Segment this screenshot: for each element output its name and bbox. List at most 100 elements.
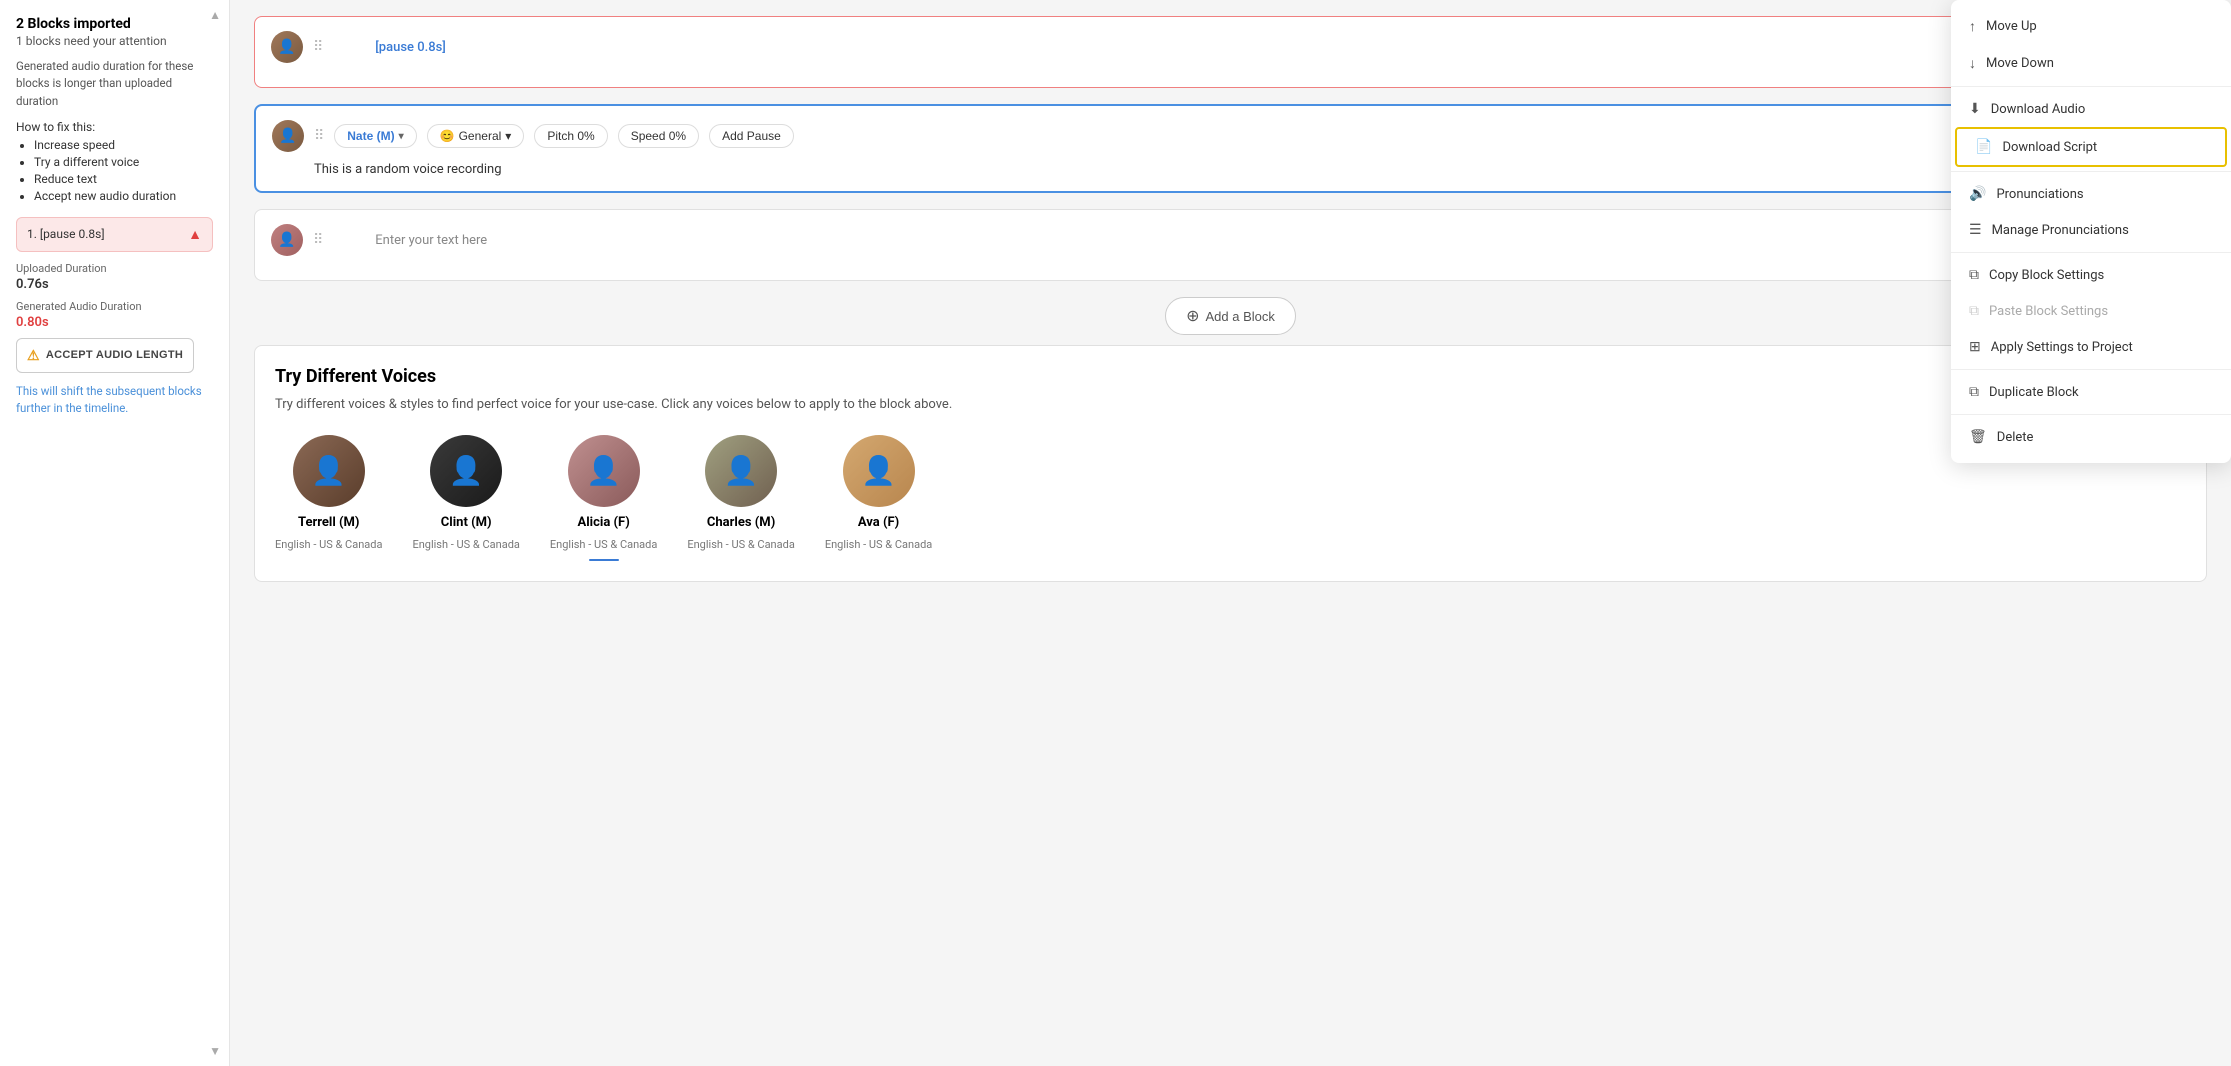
voice-name-terrell: Terrell (M) [298,515,360,530]
scroll-up-indicator: ▲ [209,8,221,22]
ctx-manage-pronunciations[interactable]: ☰ Manage Pronunciations [1951,212,2231,248]
ctx-duplicate-label: Duplicate Block [1989,385,2079,400]
uploaded-duration-value: 0.76s [16,277,213,292]
add-pause-button[interactable]: Add Pause [709,124,794,148]
voices-grid: 👤 Terrell (M) English - US & Canada 👤 Cl… [275,435,2186,561]
ctx-paste-settings-label: Paste Block Settings [1989,304,2108,319]
ctx-download-script[interactable]: 📄 Download Script [1955,127,2227,167]
ctx-move-up[interactable]: ↑ Move Up [1951,8,2231,45]
ctx-move-down[interactable]: ↓ Move Down [1951,45,2231,82]
add-block-button[interactable]: ⊕ Add a Block [1165,297,1296,335]
download-script-icon: 📄 [1975,139,1992,155]
ctx-paste-block-settings: ⧉ Paste Block Settings [1951,293,2231,329]
accept-btn-label: ACCEPT AUDIO LENGTH [46,349,183,361]
voice-avatar-clint: 👤 [430,435,502,507]
fix-item-3: Reduce text [34,172,213,186]
voice-block-text[interactable]: This is a random voice recording [272,162,2189,177]
pause-block-text: [pause 0.8s] [333,40,446,55]
voice-avatar-alicia: 👤 [568,435,640,507]
empty-block-placeholder[interactable]: Enter your text here [333,233,487,248]
pitch-control[interactable]: Pitch 0% [534,124,607,148]
ctx-download-audio[interactable]: ⬇ Download Audio [1951,91,2231,127]
voices-panel: ✕ Try Different Voices Try different voi… [254,345,2207,582]
fix-list: Increase speed Try a different voice Red… [16,138,213,203]
voice-lang-charles: English - US & Canada [687,538,794,551]
ctx-apply-settings-label: Apply Settings to Project [1991,340,2133,355]
block-row-empty: 👤 ⠿ Enter your text here [254,209,2207,281]
download-audio-icon: ⬇ [1969,101,1981,117]
pitch-label: Pitch [547,129,574,143]
style-selector[interactable]: 😊 General ▾ [427,124,525,148]
copy-settings-icon: ⧉ [1969,267,1979,283]
voices-panel-title: Try Different Voices [275,366,2186,387]
ctx-delete-label: Delete [1997,430,2034,445]
paste-settings-icon: ⧉ [1969,303,1979,319]
voice-name-alicia: Alicia (F) [578,515,630,530]
voice-name-ava: Ava (F) [858,515,899,530]
delete-icon: 🗑 [1969,429,1987,445]
voice-lang-ava: English - US & Canada [825,538,932,551]
ctx-divider-3 [1951,252,2231,253]
manage-pronunciations-icon: ☰ [1969,222,1982,238]
drag-handle-block1[interactable]: ⠿ [313,39,323,55]
voice-name-charles: Charles (M) [707,515,775,530]
move-down-icon: ↓ [1969,55,1976,72]
add-block-label: Add a Block [1206,309,1275,324]
ctx-divider-1 [1951,86,2231,87]
sidebar-how-to-fix: How to fix this: [16,120,213,134]
ctx-copy-block-settings[interactable]: ⧉ Copy Block Settings [1951,257,2231,293]
fix-item-2: Try a different voice [34,155,213,169]
voice-lang-alicia: English - US & Canada [550,538,657,551]
sidebar-block-item[interactable]: 1. [pause 0.8s] ▲ [16,217,213,252]
plus-icon: ⊕ [1186,306,1199,326]
main-content: 👤 ⠿ [pause 0.8s] 👤 ⠿ Nate (M) ▾ 😊 Genera… [230,0,2231,1066]
voice-selector[interactable]: Nate (M) ▾ [334,124,416,148]
avatar-block3: 👤 [271,224,303,256]
drag-handle-block2[interactable]: ⠿ [314,128,324,144]
ctx-pronunciations[interactable]: 🔊 Pronunciations [1951,176,2231,212]
style-chevron-icon: ▾ [505,129,511,143]
ctx-pronunciations-label: Pronunciations [1996,187,2083,202]
voice-lang-clint: English - US & Canada [412,538,519,551]
add-block-row: ⊕ Add a Block [254,297,2207,335]
accept-audio-length-button[interactable]: ⚠ ACCEPT AUDIO LENGTH [16,338,194,373]
voice-card-clint[interactable]: 👤 Clint (M) English - US & Canada [412,435,519,561]
sidebar-block-arrow: ▲ [188,226,202,243]
ctx-divider-4 [1951,369,2231,370]
block-header-pause: 👤 ⠿ [pause 0.8s] [271,31,2190,63]
ctx-divider-2 [1951,171,2231,172]
ctx-divider-5 [1951,414,2231,415]
sidebar: ▲ 2 Blocks imported 1 blocks need your a… [0,0,230,1066]
voice-name-label: Nate (M) [347,129,394,143]
sidebar-desc: Generated audio duration for these block… [16,58,213,110]
voice-card-alicia[interactable]: 👤 Alicia (F) English - US & Canada [550,435,657,561]
voice-active-indicator-alicia [589,559,619,561]
drag-handle-block3[interactable]: ⠿ [313,232,323,248]
ctx-apply-settings[interactable]: ⊞ Apply Settings to Project [1951,329,2231,365]
voice-chevron-icon: ▾ [399,131,404,142]
voice-card-charles[interactable]: 👤 Charles (M) English - US & Canada [687,435,794,561]
voice-card-terrell[interactable]: 👤 Terrell (M) English - US & Canada [275,435,382,561]
warning-icon: ⚠ [27,347,40,364]
voice-avatar-ava: 👤 [843,435,915,507]
style-label: General [459,129,502,143]
voice-lang-terrell: English - US & Canada [275,538,382,551]
ctx-duplicate-block[interactable]: ⧉ Duplicate Block [1951,374,2231,410]
speed-label: Speed [631,129,666,143]
sidebar-subtitle: 1 blocks need your attention [16,34,213,48]
sidebar-title: 2 Blocks imported [16,16,213,32]
block-row-pause: 👤 ⠿ [pause 0.8s] [254,16,2207,88]
pronunciations-icon: 🔊 [1969,186,1986,202]
voice-avatar-terrell: 👤 [293,435,365,507]
apply-settings-icon: ⊞ [1969,339,1981,355]
generated-duration-label: Generated Audio Duration [16,300,213,313]
ctx-copy-settings-label: Copy Block Settings [1989,268,2104,283]
ctx-move-up-label: Move Up [1986,19,2037,34]
voice-card-ava[interactable]: 👤 Ava (F) English - US & Canada [825,435,932,561]
fix-item-1: Increase speed [34,138,213,152]
speed-control[interactable]: Speed 0% [618,124,699,148]
generated-duration-value: 0.80s [16,315,213,330]
scroll-down-indicator: ▼ [209,1044,221,1058]
ctx-delete[interactable]: 🗑 Delete [1951,419,2231,455]
pitch-value: 0% [577,129,594,143]
